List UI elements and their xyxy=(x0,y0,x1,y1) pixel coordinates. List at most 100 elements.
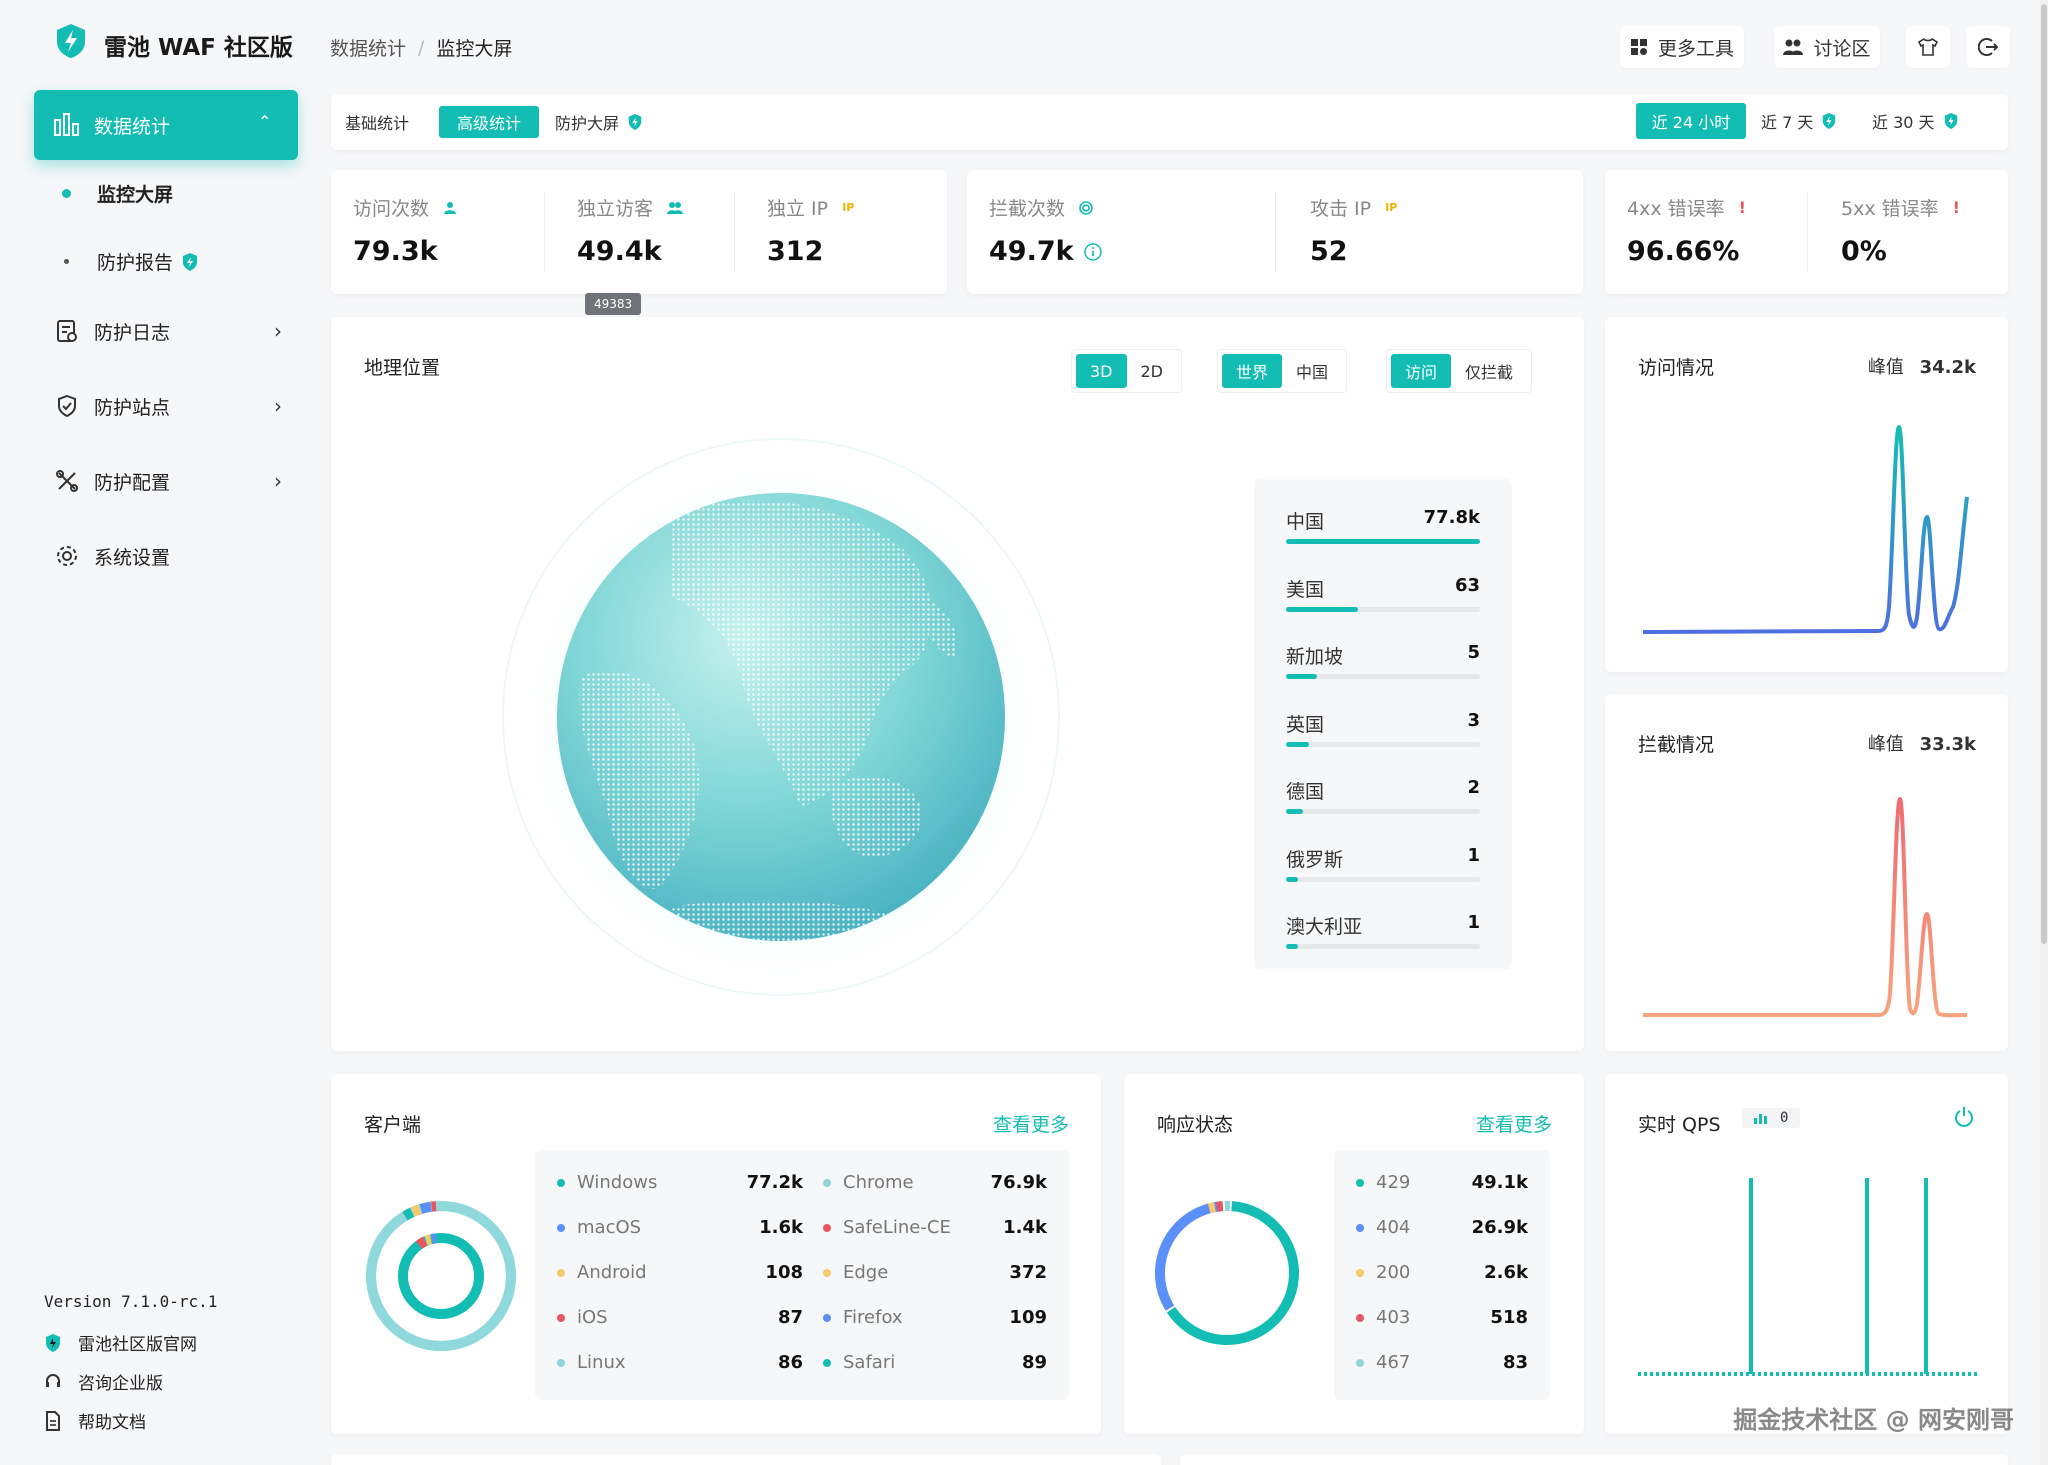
status-value: 83 xyxy=(1502,1352,1528,1373)
browser-legend-item[interactable]: Edge xyxy=(823,1262,888,1283)
err4xx-value: 96.66% xyxy=(1627,236,1740,267)
globe[interactable] xyxy=(501,427,1061,997)
visits-peak: 峰值 34.2k xyxy=(1868,353,1976,379)
bullet-dot xyxy=(64,259,69,264)
refresh-icon[interactable] xyxy=(1954,1106,1974,1128)
ring-segment xyxy=(424,1234,432,1246)
toggle-china[interactable]: 中国 xyxy=(1282,354,1342,388)
menu-logs[interactable]: 防护日志 › xyxy=(52,311,282,351)
clients-more-link[interactable]: 查看更多 xyxy=(993,1110,1069,1137)
country-bar xyxy=(1286,944,1480,949)
blocks-trend-chart xyxy=(1643,784,1978,1024)
logo-icon xyxy=(54,22,88,60)
menu-sites[interactable]: 防护站点 › xyxy=(52,386,282,426)
blocks-value-wrap: 49.7k xyxy=(989,236,1102,267)
menu-settings[interactable]: 系统设置 xyxy=(52,536,282,576)
forum-button[interactable]: 讨论区 xyxy=(1774,26,1880,68)
clients-card: 客户端 查看更多 Windows 77.2k macOS 1.6k Android 108… xyxy=(331,1074,1101,1434)
mode-toggle: 访问 仅拦截 xyxy=(1386,349,1533,393)
blocks-peak: 峰值 33.3k xyxy=(1868,730,1976,756)
sub-report[interactable]: 防护报告 xyxy=(64,248,199,275)
legend-dot xyxy=(557,1313,565,1322)
browser-legend-item[interactable]: Firefox xyxy=(823,1307,903,1328)
tab-bar: 基础统计 高级统计 防护大屏 近 24 小时 近 7 天 近 30 天 xyxy=(331,94,2008,150)
browser-legend-item[interactable]: Chrome xyxy=(823,1172,914,1193)
country-value: 5 xyxy=(1467,642,1480,663)
os-legend-item[interactable]: Android xyxy=(557,1262,647,1283)
document-icon xyxy=(46,1410,60,1431)
info-icon[interactable] xyxy=(1083,242,1102,261)
range-30d[interactable]: 近 30 天 xyxy=(1872,103,1959,139)
tab-advanced[interactable]: 高级统计 xyxy=(439,106,539,138)
menu-sites-label: 防护站点 xyxy=(94,396,171,419)
menu-stats[interactable]: 数据统计 ⌃ xyxy=(34,90,298,160)
shirt-button[interactable] xyxy=(1906,26,1950,68)
country-row: 俄罗斯 1 xyxy=(1286,845,1480,882)
range-7d[interactable]: 近 7 天 xyxy=(1761,103,1837,139)
footer-link-docs[interactable]: 帮助文档 xyxy=(44,1408,146,1433)
menu-config[interactable]: 防护配置 › xyxy=(52,461,282,501)
status-more-link[interactable]: 查看更多 xyxy=(1476,1110,1552,1137)
clients-donut xyxy=(361,1196,521,1356)
shield-badge-icon xyxy=(628,114,642,130)
os-legend-item[interactable]: Windows xyxy=(557,1172,657,1193)
country-row: 英国 3 xyxy=(1286,710,1480,747)
bar-icon xyxy=(1754,1114,1767,1124)
os-legend-item[interactable]: iOS xyxy=(557,1307,608,1328)
grid-icon xyxy=(1630,39,1647,55)
browser-legend-item[interactable]: Safari xyxy=(823,1352,895,1373)
tab-screen[interactable]: 防护大屏 xyxy=(555,106,643,138)
ip-value: 312 xyxy=(767,236,824,267)
status-name: 403 xyxy=(1376,1307,1411,1328)
tab-basic[interactable]: 基础统计 xyxy=(345,106,409,138)
footer-docs-label: 帮助文档 xyxy=(78,1413,146,1433)
shirt-icon xyxy=(1918,38,1938,56)
status-legend-item[interactable]: 429 xyxy=(1356,1172,1410,1193)
range-24h[interactable]: 近 24 小时 xyxy=(1636,103,1746,139)
blocks-peak-label: 峰值 xyxy=(1867,734,1904,755)
country-name: 俄罗斯 xyxy=(1286,848,1344,871)
scrollbar[interactable] xyxy=(2040,0,2048,1465)
toggle-3d[interactable]: 3D xyxy=(1076,354,1127,388)
legend-dot xyxy=(823,1313,831,1322)
status-legend-item[interactable]: 200 xyxy=(1356,1262,1410,1283)
sub-monitor[interactable]: 监控大屏 xyxy=(62,180,173,207)
browser-value: 1.4k xyxy=(1003,1217,1047,1238)
clients-legend: Windows 77.2k macOS 1.6k Android 108 iOS 87 Linu… xyxy=(535,1150,1069,1400)
toggle-visit[interactable]: 访问 xyxy=(1391,354,1452,388)
ring-segment xyxy=(415,1236,428,1249)
more-tools-label: 更多工具 xyxy=(1657,37,1734,60)
divider xyxy=(1275,192,1276,272)
scrollbar-thumb[interactable] xyxy=(2041,4,2047,944)
more-tools-button[interactable]: 更多工具 xyxy=(1620,26,1744,68)
browser-legend-item[interactable]: SafeLine-CE xyxy=(823,1217,951,1238)
os-legend-item[interactable]: Linux xyxy=(557,1352,626,1373)
blocks-trend-card: 拦截情况 峰值 33.3k xyxy=(1605,694,2008,1051)
legend-dot xyxy=(1356,1313,1364,1322)
status-name: 404 xyxy=(1376,1217,1411,1238)
os-value: 87 xyxy=(777,1307,803,1328)
country-row: 德国 2 xyxy=(1286,777,1480,814)
logout-button[interactable] xyxy=(1966,26,2010,68)
status-legend-item[interactable]: 404 xyxy=(1356,1217,1410,1238)
visits-value: 79.3k xyxy=(353,236,438,267)
browser-name: Safari xyxy=(843,1352,896,1373)
toggle-block-only[interactable]: 仅拦截 xyxy=(1451,354,1527,388)
visits-line xyxy=(1643,425,1969,634)
users-icon xyxy=(667,201,684,214)
chevron-up-icon: ⌃ xyxy=(258,112,272,131)
bottom-card xyxy=(1180,1454,2008,1465)
footer-link-enterprise[interactable]: 咨询企业版 xyxy=(44,1369,163,1394)
country-row: 中国 77.8k xyxy=(1286,507,1480,544)
divider xyxy=(734,192,735,272)
forum-label: 讨论区 xyxy=(1813,37,1871,60)
status-legend-item[interactable]: 403 xyxy=(1356,1307,1410,1328)
status-legend-item[interactable]: 467 xyxy=(1356,1352,1410,1373)
visits-trend-title: 访问情况 xyxy=(1638,357,1715,379)
toggle-world[interactable]: 世界 xyxy=(1222,354,1283,388)
footer-link-official[interactable]: 雷池社区版官网 xyxy=(44,1330,197,1355)
breadcrumb-parent[interactable]: 数据统计 xyxy=(330,34,406,61)
os-legend-item[interactable]: macOS xyxy=(557,1217,641,1238)
country-value: 77.8k xyxy=(1423,507,1480,528)
toggle-2d[interactable]: 2D xyxy=(1127,354,1178,388)
